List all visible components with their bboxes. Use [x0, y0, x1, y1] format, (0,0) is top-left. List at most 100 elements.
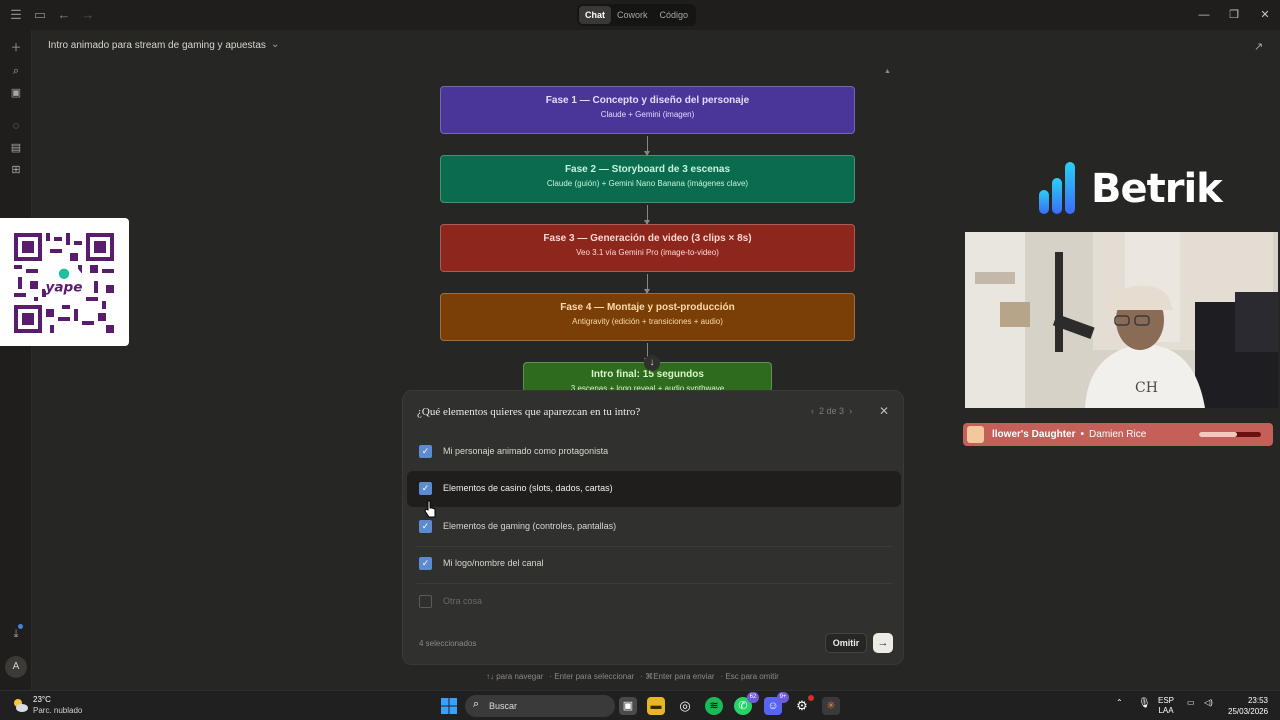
option-label: Elementos de gaming (controles, pantalla… [443, 521, 617, 531]
back-arrow-icon[interactable]: ← [56, 7, 72, 23]
file-explorer-icon[interactable]: ▬ [647, 697, 665, 715]
network-icon[interactable]: ▭ [1187, 698, 1195, 707]
menu-icon[interactable]: ☰ [8, 7, 24, 23]
option-gaming[interactable]: ✓ Elementos de gaming (controles, pantal… [407, 509, 901, 545]
avatar[interactable]: A [5, 656, 27, 678]
svg-text:yape: yape [46, 279, 83, 295]
share-icon[interactable]: ↗ [1254, 40, 1263, 53]
time: 23:53 [1247, 696, 1268, 705]
question-panel: ¿Qué elementos quieres que aparezcan en … [402, 390, 904, 665]
webcam-feed: CH [965, 232, 1278, 408]
bar-chart-logo-icon [1039, 162, 1075, 214]
windows-start-icon[interactable] [440, 697, 458, 715]
phase-4-box: Fase 4 — Montaje y post-producción Antig… [440, 293, 855, 341]
new-chat-icon[interactable]: ＋ [8, 40, 24, 56]
checkbox-checked[interactable]: ✓ [419, 557, 432, 570]
search-icon[interactable]: ⌕ [8, 63, 24, 79]
chats-icon[interactable]: ◌ [8, 118, 24, 134]
question-title: ¿Qué elementos quieres que aparezcan en … [417, 406, 641, 418]
conversation-title[interactable]: Intro animado para stream de gaming y ap… [48, 40, 266, 51]
hint: Esc para omitir [725, 672, 779, 681]
tab-codigo[interactable]: Código [654, 6, 695, 24]
option-otra[interactable]: Otra cosa [407, 584, 901, 620]
option-casino[interactable]: ✓ Elementos de casino (slots, dados, car… [407, 471, 901, 507]
weather-desc[interactable]: Parc. nublado [33, 706, 82, 715]
region-code: LAA [1158, 706, 1174, 715]
phase-subtitle: Claude + Gemini (imagen) [600, 110, 695, 119]
alert-dot [808, 695, 814, 701]
forward-arrow-icon[interactable]: → [80, 7, 96, 23]
question-pager: ‹ 2 de 3 › [811, 406, 852, 416]
chatgpt-icon[interactable]: ◎ [676, 697, 694, 715]
separator-dot: • [1080, 429, 1085, 440]
option-logo[interactable]: ✓ Mi logo/nombre del canal [407, 546, 901, 582]
checkbox-unchecked[interactable] [419, 595, 432, 608]
sidebar-toggle-icon[interactable]: ▭ [32, 7, 48, 23]
mode-tabs: Chat Cowork Código [577, 4, 697, 26]
language-indicator[interactable]: ESP LAA [1158, 696, 1174, 716]
checkbox-checked[interactable]: ✓ [419, 445, 432, 458]
qr-code-overlay: yape [0, 218, 129, 346]
discord-badge: 9+ [777, 692, 789, 703]
minimize-icon[interactable]: — [1197, 7, 1211, 23]
weather-temp[interactable]: 23°C [33, 695, 51, 704]
playback-progress [1199, 432, 1261, 437]
steam-icon[interactable]: ⚙ [793, 695, 814, 715]
microphone-icon[interactable]: 🎙 [1138, 698, 1151, 709]
projects-icon[interactable]: ▤ [8, 140, 24, 156]
chevron-up-icon[interactable]: ⌃ [1116, 698, 1123, 707]
brand-logo: Betrik [1039, 160, 1223, 216]
checkbox-checked[interactable]: ✓ [419, 482, 432, 495]
spotify-icon[interactable]: ≋ [705, 697, 723, 715]
hint: Enter para seleccionar [554, 672, 635, 681]
phase-1-box: Fase 1 — Concepto y diseño del personaje… [440, 86, 855, 134]
notification-dot [18, 624, 23, 629]
chevron-down-icon[interactable]: ⌄ [271, 39, 279, 50]
app-window: ☰ ▭ ← → Chat Cowork Código — ❐ ✕ ＋ ⌕ ▣ ◌… [0, 0, 1280, 720]
pager-text: 2 de 3 [819, 406, 845, 416]
partly-cloudy-icon [14, 699, 28, 712]
title-bar: ☰ ▭ ← → Chat Cowork Código — ❐ ✕ [0, 0, 1280, 30]
phase-2-box: Fase 2 — Storyboard de 3 escenas Claude … [440, 155, 855, 203]
scroll-up-arrow-icon[interactable]: ▲ [884, 68, 891, 75]
album-art [967, 426, 984, 443]
scroll-down-icon[interactable]: ↓ [644, 355, 660, 371]
clock[interactable]: 23:53 25/03/2026 [1228, 695, 1268, 717]
volume-icon[interactable]: ◁) [1204, 698, 1213, 707]
next-arrow-button[interactable]: → [873, 633, 893, 653]
taskbar-search[interactable]: ⌕ Buscar [465, 695, 615, 717]
hint: ↑↓ para navegar [486, 672, 544, 681]
close-window-icon[interactable]: ✕ [1258, 7, 1272, 23]
chevron-left-icon[interactable]: ‹ [811, 406, 814, 416]
chevron-right-icon[interactable]: › [849, 406, 852, 416]
close-icon[interactable]: ✕ [879, 404, 889, 418]
option-label: Mi logo/nombre del canal [443, 558, 544, 568]
discord-icon[interactable]: ☺ 9+ [764, 692, 789, 715]
brand-name: Betrik [1091, 166, 1223, 212]
tab-chat[interactable]: Chat [579, 6, 611, 24]
taskbar: 23°C Parc. nublado ⌕ Buscar ▣ ▬ ◎ ≋ ✆ 62 … [0, 690, 1280, 720]
claude-app-icon[interactable]: ✳ [822, 697, 840, 715]
phase-title: Fase 1 — Concepto y diseño del personaje [545, 95, 750, 106]
hint: ⌘Enter para enviar [645, 672, 715, 681]
tab-cowork[interactable]: Cowork [611, 6, 654, 24]
webcam-image: CH [965, 232, 1278, 408]
flow-arrow [644, 205, 650, 225]
phase-subtitle: Antigravity (edición + transiciones + au… [572, 317, 723, 326]
artifacts-icon[interactable]: ⊞ [8, 162, 24, 178]
playback-progress-fill [1199, 432, 1238, 437]
hand-cursor-icon [424, 500, 436, 518]
whatsapp-icon[interactable]: ✆ 62 [734, 692, 759, 715]
briefcase-icon[interactable]: ▣ [8, 85, 24, 101]
date: 25/03/2026 [1228, 707, 1269, 716]
skip-button[interactable]: Omitir [825, 633, 867, 653]
restore-icon[interactable]: ❐ [1227, 7, 1241, 23]
selection-count: 4 seleccionados [419, 639, 477, 648]
artist-name: Damien Rice [1089, 429, 1147, 440]
flow-arrow [644, 274, 650, 294]
checkbox-checked[interactable]: ✓ [419, 520, 432, 533]
option-personaje[interactable]: ✓ Mi personaje animado como protagonista [407, 434, 901, 470]
task-view-icon[interactable]: ▣ [619, 697, 637, 715]
search-icon: ⌕ [473, 698, 480, 710]
song-title: llower's Daughter [992, 429, 1076, 440]
